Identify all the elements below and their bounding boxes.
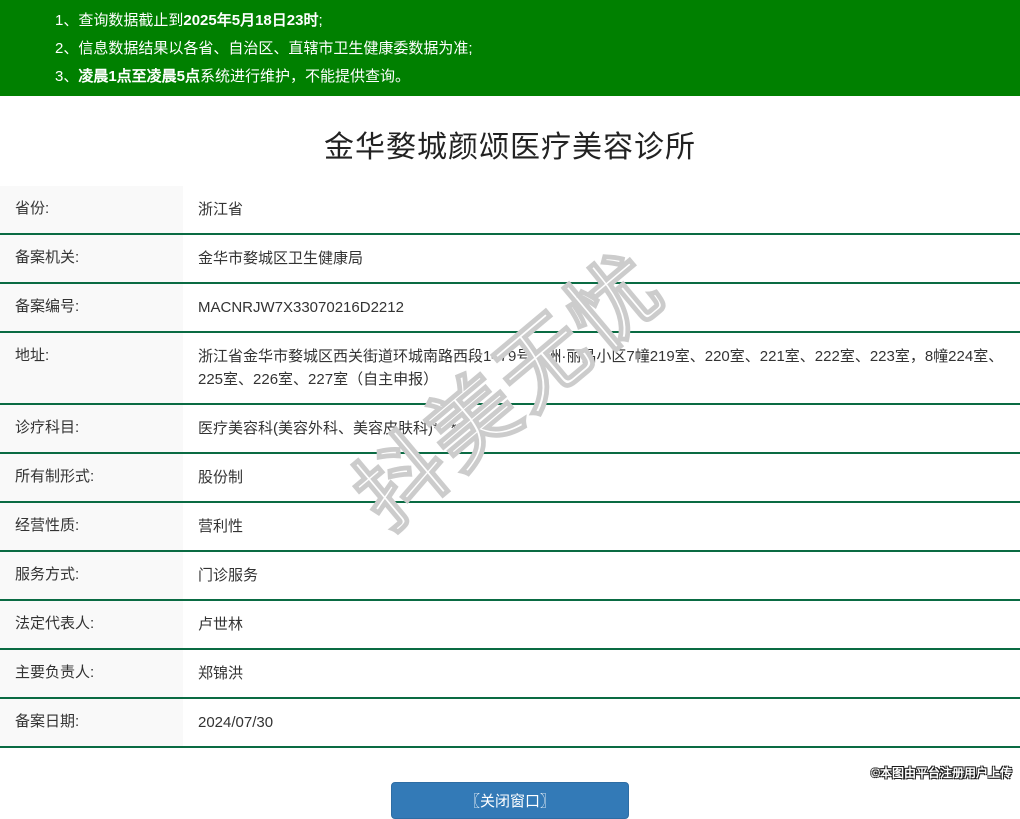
notice-number: 3、 — [55, 68, 79, 85]
notice-line-1: 1、查询数据截止到2025年5月18日23时; — [55, 7, 1010, 35]
notice-number: 1、 — [55, 12, 79, 29]
notice-text: 系统进行维护，不能提供查询。 — [200, 68, 411, 85]
row-label: 备案日期: — [0, 699, 183, 746]
table-row-service-mode: 服务方式: 门诊服务 — [0, 552, 1020, 601]
row-label: 诊疗科目: — [0, 405, 183, 452]
notice-text: 信息数据结果以各省、自治区、直辖市卫生健康委数据为准; — [78, 40, 473, 57]
row-value: 营利性 — [198, 518, 244, 535]
notice-text: ; — [318, 12, 323, 29]
button-row: 〖关闭窗口〗 — [0, 782, 1020, 819]
row-label: 经营性质: — [0, 503, 183, 550]
row-value: MACNRJW7X33070216D2212 — [198, 299, 404, 316]
table-row-registration-date: 备案日期: 2024/07/30 — [0, 699, 1020, 748]
row-label: 地址: — [0, 333, 183, 403]
notice-text-bold: 2025年5月18日23时 — [183, 12, 319, 29]
row-label: 备案编号: — [0, 284, 183, 331]
page-title: 金华婺城颜颂医疗美容诊所 — [324, 131, 696, 164]
table-row-registration-authority: 备案机关: 金华市婺城区卫生健康局 — [0, 235, 1020, 284]
row-value: 浙江省 — [198, 201, 244, 218]
close-window-button[interactable]: 〖关闭窗口〗 — [391, 782, 629, 819]
notice-line-3: 3、凌晨1点至凌晨5点系统进行维护，不能提供查询。 — [55, 63, 1010, 91]
row-label: 备案机关: — [0, 235, 183, 282]
table-row-legal-representative: 法定代表人: 卢世林 — [0, 601, 1020, 650]
row-value: 浙江省金华市婺城区西关街道环城南路西段1479号新洲·丽晶小区7幢219室、22… — [198, 348, 1004, 388]
row-value: 郑锦洪 — [198, 665, 244, 682]
notice-number: 2、 — [55, 40, 79, 57]
table-row-ownership-form: 所有制形式: 股份制 — [0, 454, 1020, 503]
uploader-copyright-note: ©本图由平台注册用户上传 — [871, 766, 1012, 780]
row-value: 医疗美容科(美容外科、美容皮肤科)****** — [198, 420, 469, 437]
row-value: 门诊服务 — [198, 567, 259, 584]
row-label: 所有制形式: — [0, 454, 183, 501]
table-row-business-nature: 经营性质: 营利性 — [0, 503, 1020, 552]
row-label: 服务方式: — [0, 552, 183, 599]
notice-banner: 1、查询数据截止到2025年5月18日23时; 2、信息数据结果以各省、自治区、… — [0, 0, 1020, 96]
notice-text-bold: 凌晨1点至凌晨5点 — [78, 68, 201, 85]
facility-info-table: 省份: 浙江省 备案机关: 金华市婺城区卫生健康局 备案编号: MACNRJW7… — [0, 186, 1020, 748]
table-row-main-person-in-charge: 主要负责人: 郑锦洪 — [0, 650, 1020, 699]
table-row-treatment-subjects: 诊疗科目: 医疗美容科(美容外科、美容皮肤科)****** — [0, 405, 1020, 454]
table-row-address: 地址: 浙江省金华市婺城区西关街道环城南路西段1479号新洲·丽晶小区7幢219… — [0, 333, 1020, 405]
notice-line-2: 2、信息数据结果以各省、自治区、直辖市卫生健康委数据为准; — [55, 35, 1010, 63]
row-value: 金华市婺城区卫生健康局 — [198, 250, 364, 267]
table-row-registration-number: 备案编号: MACNRJW7X33070216D2212 — [0, 284, 1020, 333]
row-label: 省份: — [0, 186, 183, 233]
notice-text: 查询数据截止到 — [78, 12, 184, 29]
row-label: 法定代表人: — [0, 601, 183, 648]
row-label: 主要负责人: — [0, 650, 183, 697]
row-value: 股份制 — [198, 469, 244, 486]
row-value: 卢世林 — [198, 616, 244, 633]
row-value: 2024/07/30 — [198, 714, 274, 731]
table-row-province: 省份: 浙江省 — [0, 186, 1020, 235]
